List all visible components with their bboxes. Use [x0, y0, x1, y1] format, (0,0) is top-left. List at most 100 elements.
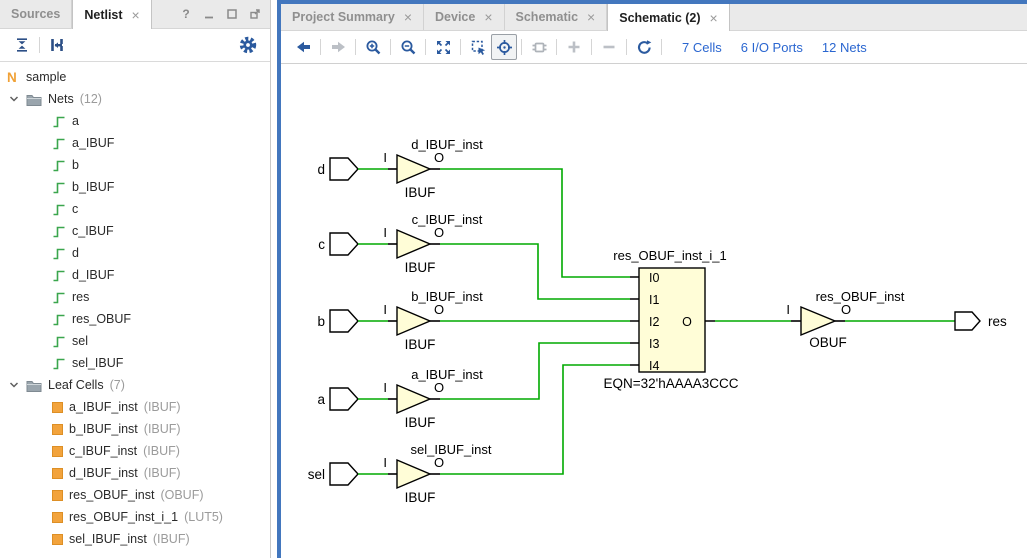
- tab-sources[interactable]: Sources: [0, 0, 72, 28]
- tree-item-net[interactable]: c_IBUF: [0, 220, 270, 242]
- tab-device[interactable]: Device ×: [424, 4, 505, 30]
- tree-item-cell[interactable]: sel_IBUF_inst (IBUF): [0, 528, 270, 550]
- output-port-shape[interactable]: [955, 312, 980, 330]
- folder-icon: [26, 379, 42, 392]
- tree-item-net[interactable]: sel: [0, 330, 270, 352]
- net-icon: [52, 158, 66, 173]
- toolbar-separator: [626, 39, 627, 55]
- port-label: d: [317, 162, 325, 177]
- obuf-symbol[interactable]: [801, 307, 835, 335]
- cell-icon: [52, 402, 63, 413]
- tree-item-net[interactable]: b: [0, 154, 270, 176]
- tree-item-net[interactable]: res: [0, 286, 270, 308]
- ibuf-symbol[interactable]: [397, 385, 430, 413]
- close-icon[interactable]: ×: [587, 10, 595, 24]
- toggle-block-view-button[interactable]: [526, 34, 552, 60]
- input-port-shape[interactable]: [330, 158, 358, 180]
- ibuf-symbol[interactable]: [397, 155, 430, 183]
- tree-item-cell[interactable]: res_OBUF_inst_i_1 (LUT5): [0, 506, 270, 528]
- cells-count-link[interactable]: 7 Cells: [682, 40, 722, 55]
- collapse-all-button[interactable]: [9, 32, 35, 58]
- close-icon[interactable]: ×: [710, 11, 718, 25]
- tree-item-net[interactable]: d_IBUF: [0, 264, 270, 286]
- tree-item-net[interactable]: c: [0, 198, 270, 220]
- tree-item-net[interactable]: res_OBUF: [0, 308, 270, 330]
- float-icon[interactable]: [249, 8, 261, 20]
- ibuf-symbol[interactable]: [397, 230, 430, 258]
- ibuf-symbol[interactable]: [397, 460, 430, 488]
- back-button[interactable]: [290, 34, 316, 60]
- minimize-icon[interactable]: [203, 8, 215, 20]
- tab-project-summary[interactable]: Project Summary ×: [281, 4, 424, 30]
- chevron-down-icon[interactable]: [8, 93, 20, 105]
- toolbar-separator: [521, 39, 522, 55]
- net-icon: [52, 224, 66, 239]
- regenerate-button[interactable]: [631, 34, 657, 60]
- zoom-in-button[interactable]: [360, 34, 386, 60]
- port-label: a: [317, 392, 325, 407]
- net-icon: [52, 180, 66, 195]
- tree-item-net[interactable]: d: [0, 242, 270, 264]
- input-port-shape[interactable]: [330, 388, 358, 410]
- net-name: c_IBUF: [72, 224, 114, 238]
- input-port-shape[interactable]: [330, 310, 358, 332]
- tab-schematic[interactable]: Schematic ×: [505, 4, 608, 30]
- toolbar-separator: [320, 39, 321, 55]
- remove-button[interactable]: [596, 34, 622, 60]
- zoom-out-button[interactable]: [395, 34, 421, 60]
- pin-in-label: I: [786, 302, 790, 317]
- tree-item-cell[interactable]: a_IBUF_inst (IBUF): [0, 396, 270, 418]
- close-icon[interactable]: ×: [404, 10, 412, 24]
- add-button[interactable]: [561, 34, 587, 60]
- input-port-shape[interactable]: [330, 233, 358, 255]
- io-ports-count-link[interactable]: 6 I/O Ports: [741, 40, 803, 55]
- tree-item-cell[interactable]: d_IBUF_inst (IBUF): [0, 462, 270, 484]
- tree-item-cell[interactable]: res_OBUF_inst (OBUF): [0, 484, 270, 506]
- pin-out-label: O: [434, 455, 444, 470]
- net-icon: [52, 114, 66, 129]
- input-port-shape[interactable]: [330, 463, 358, 485]
- port-label: b: [317, 314, 325, 329]
- net-name: sel_IBUF: [72, 356, 123, 370]
- nets-count-link[interactable]: 12 Nets: [822, 40, 867, 55]
- maximize-icon[interactable]: [226, 8, 238, 20]
- scroll-to-selected-button[interactable]: [44, 32, 70, 58]
- tree-item-net[interactable]: sel_IBUF: [0, 352, 270, 374]
- tree-item-net[interactable]: a_IBUF: [0, 132, 270, 154]
- cell-icon: [52, 468, 63, 479]
- cell-type: (IBUF): [144, 422, 181, 436]
- panel-window-controls: ?: [180, 0, 270, 28]
- toolbar-separator: [556, 39, 557, 55]
- schematic-canvas[interactable]: d I O d_IBUF_inst IBUF c: [281, 64, 1027, 558]
- settings-button[interactable]: [235, 32, 261, 58]
- tree-item-net[interactable]: b_IBUF: [0, 176, 270, 198]
- cell-icon: [52, 512, 63, 523]
- net-icon: [52, 334, 66, 349]
- cell-name: sel_IBUF_inst: [69, 532, 147, 546]
- tab-schematic-2[interactable]: Schematic (2) ×: [607, 4, 729, 31]
- pin-out-label: O: [841, 302, 851, 317]
- tree-group-leaf-cells[interactable]: Leaf Cells (7): [0, 374, 270, 396]
- instance-label: res_OBUF_inst_i_1: [613, 248, 726, 263]
- forward-button[interactable]: [325, 34, 351, 60]
- tree-root-sample[interactable]: N sample: [0, 66, 270, 88]
- tree-item-net[interactable]: a: [0, 110, 270, 132]
- tree-group-nets[interactable]: Nets (12): [0, 88, 270, 110]
- cell-type: (IBUF): [143, 444, 180, 458]
- tree-item-cell[interactable]: c_IBUF_inst (IBUF): [0, 440, 270, 462]
- pin-out-label: O: [434, 380, 444, 395]
- schematic-toolbar: 7 Cells 6 I/O Ports 12 Nets: [281, 31, 1027, 64]
- autofit-selection-button[interactable]: [491, 34, 517, 60]
- tree-item-cell[interactable]: b_IBUF_inst (IBUF): [0, 418, 270, 440]
- tab-netlist[interactable]: Netlist ×: [72, 0, 151, 29]
- close-icon[interactable]: ×: [132, 8, 140, 22]
- net-name: res_OBUF: [72, 312, 131, 326]
- zoom-to-selection-button[interactable]: [465, 34, 491, 60]
- ibuf-symbol[interactable]: [397, 307, 430, 335]
- zoom-fit-button[interactable]: [430, 34, 456, 60]
- close-icon[interactable]: ×: [484, 10, 492, 24]
- net-name: d: [72, 246, 79, 260]
- pin-out-label: O: [434, 302, 444, 317]
- chevron-down-icon[interactable]: [8, 379, 20, 391]
- help-icon[interactable]: ?: [180, 8, 192, 20]
